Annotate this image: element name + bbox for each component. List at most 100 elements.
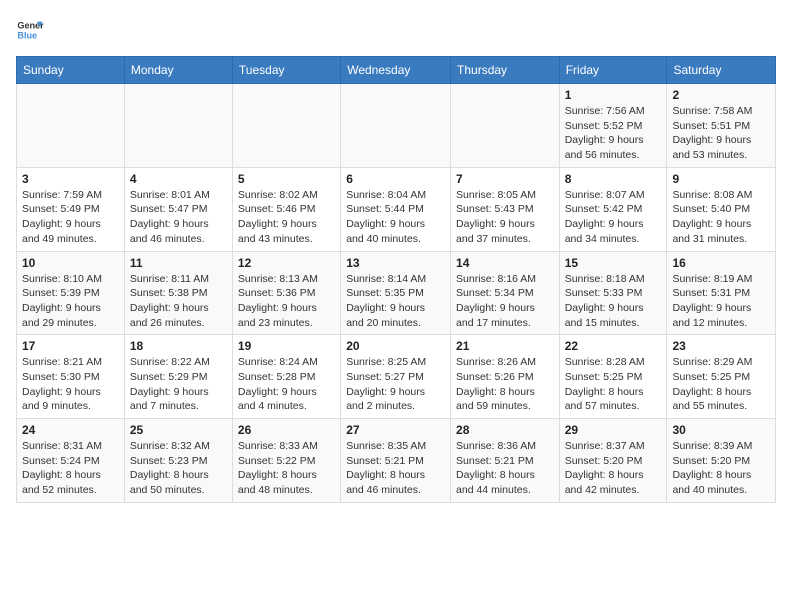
day-info: Sunrise: 8:39 AMSunset: 5:20 PMDaylight:… [672,439,770,498]
calendar-cell: 10 Sunrise: 8:10 AMSunset: 5:39 PMDayligh… [17,251,125,335]
day-number: 17 [22,339,119,353]
calendar-cell: 27 Sunrise: 8:35 AMSunset: 5:21 PMDayligh… [341,419,451,503]
day-number: 6 [346,172,445,186]
day-of-week-header: Tuesday [232,57,340,84]
day-info: Sunrise: 8:22 AMSunset: 5:29 PMDaylight:… [130,355,227,414]
day-info: Sunrise: 8:31 AMSunset: 5:24 PMDaylight:… [22,439,119,498]
calendar-cell: 11 Sunrise: 8:11 AMSunset: 5:38 PMDayligh… [124,251,232,335]
day-info: Sunrise: 7:58 AMSunset: 5:51 PMDaylight:… [672,104,770,163]
day-number: 19 [238,339,335,353]
calendar-cell: 17 Sunrise: 8:21 AMSunset: 5:30 PMDayligh… [17,335,125,419]
day-number: 26 [238,423,335,437]
day-info: Sunrise: 8:16 AMSunset: 5:34 PMDaylight:… [456,272,554,331]
calendar-cell: 14 Sunrise: 8:16 AMSunset: 5:34 PMDayligh… [451,251,560,335]
calendar-cell: 4 Sunrise: 8:01 AMSunset: 5:47 PMDaylight… [124,167,232,251]
day-info: Sunrise: 8:10 AMSunset: 5:39 PMDaylight:… [22,272,119,331]
calendar-cell: 26 Sunrise: 8:33 AMSunset: 5:22 PMDayligh… [232,419,340,503]
day-info: Sunrise: 8:02 AMSunset: 5:46 PMDaylight:… [238,188,335,247]
day-of-week-header: Sunday [17,57,125,84]
day-number: 15 [565,256,662,270]
calendar-cell: 8 Sunrise: 8:07 AMSunset: 5:42 PMDaylight… [559,167,667,251]
day-info: Sunrise: 8:37 AMSunset: 5:20 PMDaylight:… [565,439,662,498]
calendar-cell [451,84,560,168]
day-of-week-header: Wednesday [341,57,451,84]
day-info: Sunrise: 8:18 AMSunset: 5:33 PMDaylight:… [565,272,662,331]
day-info: Sunrise: 8:36 AMSunset: 5:21 PMDaylight:… [456,439,554,498]
calendar-cell: 13Sunrise: 8:14 AMSunset: 5:35 PMDayligh… [341,251,451,335]
calendar-cell: 9Sunrise: 8:08 AMSunset: 5:40 PMDaylight… [667,167,776,251]
day-info: Sunrise: 7:56 AMSunset: 5:52 PMDaylight:… [565,104,662,163]
calendar-cell [17,84,125,168]
day-number: 16 [672,256,770,270]
day-number: 27 [346,423,445,437]
calendar-cell [124,84,232,168]
calendar-cell: 30 Sunrise: 8:39 AMSunset: 5:20 PMDayligh… [667,419,776,503]
calendar-cell: 20Sunrise: 8:25 AMSunset: 5:27 PMDayligh… [341,335,451,419]
calendar-cell: 6 Sunrise: 8:04 AMSunset: 5:44 PMDaylight… [341,167,451,251]
calendar-week-row: 3 Sunrise: 7:59 AMSunset: 5:49 PMDaylight… [17,167,776,251]
day-info: Sunrise: 7:59 AMSunset: 5:49 PMDaylight:… [22,188,119,247]
day-info: Sunrise: 8:28 AMSunset: 5:25 PMDaylight:… [565,355,662,414]
calendar-cell: 24 Sunrise: 8:31 AMSunset: 5:24 PMDayligh… [17,419,125,503]
svg-text:Blue: Blue [17,30,37,40]
day-info: Sunrise: 8:33 AMSunset: 5:22 PMDaylight:… [238,439,335,498]
calendar-cell: 23 Sunrise: 8:29 AMSunset: 5:25 PMDayligh… [667,335,776,419]
calendar-cell: 15 Sunrise: 8:18 AMSunset: 5:33 PMDayligh… [559,251,667,335]
day-number: 14 [456,256,554,270]
day-number: 22 [565,339,662,353]
day-number: 3 [22,172,119,186]
calendar-cell: 28Sunrise: 8:36 AMSunset: 5:21 PMDayligh… [451,419,560,503]
day-info: Sunrise: 8:04 AMSunset: 5:44 PMDaylight:… [346,188,445,247]
day-number: 29 [565,423,662,437]
calendar-cell: 7 Sunrise: 8:05 AMSunset: 5:43 PMDaylight… [451,167,560,251]
day-number: 24 [22,423,119,437]
day-of-week-header: Saturday [667,57,776,84]
calendar-cell: 5Sunrise: 8:02 AMSunset: 5:46 PMDaylight… [232,167,340,251]
calendar-week-row: 10 Sunrise: 8:10 AMSunset: 5:39 PMDayligh… [17,251,776,335]
day-info: Sunrise: 8:29 AMSunset: 5:25 PMDaylight:… [672,355,770,414]
calendar-cell: 2 Sunrise: 7:58 AMSunset: 5:51 PMDaylight… [667,84,776,168]
logo: General Blue [16,16,44,44]
day-info: Sunrise: 8:19 AMSunset: 5:31 PMDaylight:… [672,272,770,331]
calendar-cell: 21 Sunrise: 8:26 AMSunset: 5:26 PMDayligh… [451,335,560,419]
calendar-cell: 16 Sunrise: 8:19 AMSunset: 5:31 PMDayligh… [667,251,776,335]
day-number: 23 [672,339,770,353]
day-of-week-header: Monday [124,57,232,84]
day-info: Sunrise: 8:26 AMSunset: 5:26 PMDaylight:… [456,355,554,414]
calendar-week-row: 1 Sunrise: 7:56 AMSunset: 5:52 PMDaylight… [17,84,776,168]
calendar-cell: 3 Sunrise: 7:59 AMSunset: 5:49 PMDaylight… [17,167,125,251]
day-info: Sunrise: 8:01 AMSunset: 5:47 PMDaylight:… [130,188,227,247]
day-info: Sunrise: 8:21 AMSunset: 5:30 PMDaylight:… [22,355,119,414]
calendar-cell [341,84,451,168]
header: General Blue [16,16,776,44]
calendar-cell: 22 Sunrise: 8:28 AMSunset: 5:25 PMDayligh… [559,335,667,419]
logo-icon: General Blue [16,16,44,44]
day-info: Sunrise: 8:05 AMSunset: 5:43 PMDaylight:… [456,188,554,247]
day-number: 13 [346,256,445,270]
day-number: 8 [565,172,662,186]
day-number: 30 [672,423,770,437]
day-number: 2 [672,88,770,102]
calendar-week-row: 17 Sunrise: 8:21 AMSunset: 5:30 PMDayligh… [17,335,776,419]
day-number: 25 [130,423,227,437]
day-number: 11 [130,256,227,270]
calendar-cell: 12Sunrise: 8:13 AMSunset: 5:36 PMDayligh… [232,251,340,335]
calendar-cell: 1 Sunrise: 7:56 AMSunset: 5:52 PMDaylight… [559,84,667,168]
calendar-cell [232,84,340,168]
calendar: SundayMondayTuesdayWednesdayThursdayFrid… [16,56,776,503]
day-of-week-header: Thursday [451,57,560,84]
day-info: Sunrise: 8:13 AMSunset: 5:36 PMDaylight:… [238,272,335,331]
day-info: Sunrise: 8:35 AMSunset: 5:21 PMDaylight:… [346,439,445,498]
day-info: Sunrise: 8:11 AMSunset: 5:38 PMDaylight:… [130,272,227,331]
day-number: 1 [565,88,662,102]
day-number: 10 [22,256,119,270]
calendar-week-row: 24 Sunrise: 8:31 AMSunset: 5:24 PMDayligh… [17,419,776,503]
calendar-cell: 19Sunrise: 8:24 AMSunset: 5:28 PMDayligh… [232,335,340,419]
day-number: 7 [456,172,554,186]
day-number: 21 [456,339,554,353]
day-info: Sunrise: 8:08 AMSunset: 5:40 PMDaylight:… [672,188,770,247]
day-number: 4 [130,172,227,186]
day-info: Sunrise: 8:07 AMSunset: 5:42 PMDaylight:… [565,188,662,247]
calendar-cell: 29 Sunrise: 8:37 AMSunset: 5:20 PMDayligh… [559,419,667,503]
day-number: 18 [130,339,227,353]
